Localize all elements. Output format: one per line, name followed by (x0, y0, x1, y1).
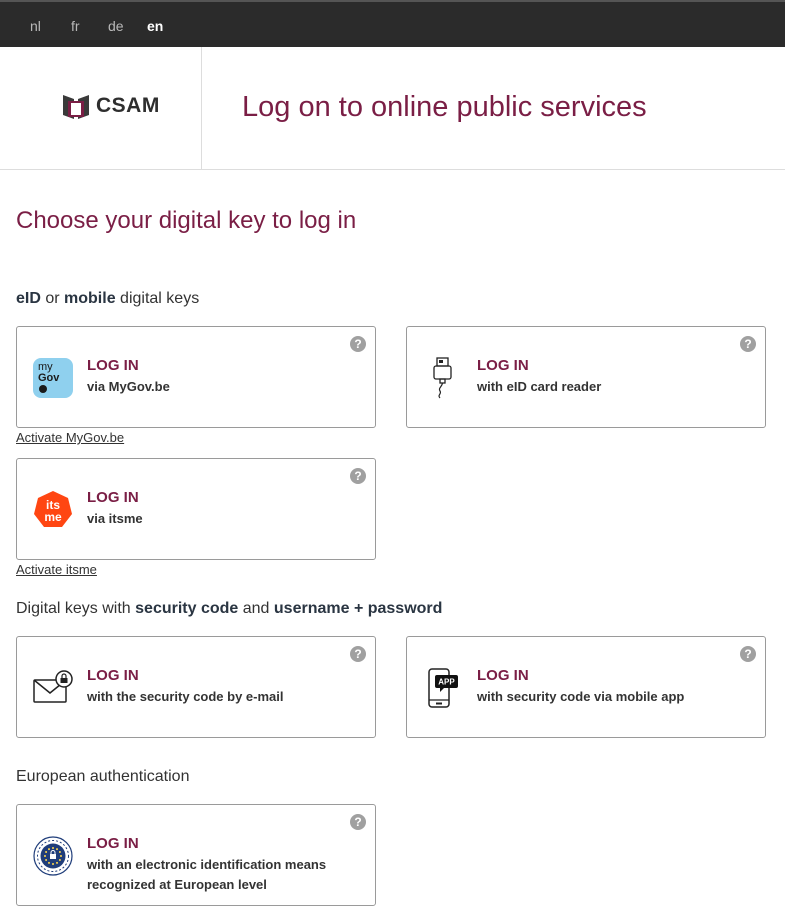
lang-de[interactable]: de (108, 18, 124, 34)
help-icon[interactable]: ? (740, 646, 756, 662)
mygov-icon: my Gov (31, 356, 75, 400)
eu-stars-icon (31, 834, 75, 878)
login-method: with security code via mobile app (477, 689, 685, 704)
activate-mygov-link[interactable]: Activate MyGov.be (16, 430, 124, 445)
page-header: CSAM Log on to online public services (0, 47, 785, 170)
login-method: via itsme (87, 511, 143, 526)
logo-text: CSAM (96, 94, 160, 117)
language-bar: nl fr de en (0, 0, 785, 47)
help-icon[interactable]: ? (350, 646, 366, 662)
login-app-code-card[interactable]: ? APP LOG IN with security code via mobi… (406, 636, 766, 738)
help-icon[interactable]: ? (740, 336, 756, 352)
login-label: LOG IN (477, 667, 529, 684)
login-label: LOG IN (87, 357, 139, 374)
login-label: LOG IN (477, 357, 529, 374)
svg-text:APP: APP (438, 678, 455, 687)
login-label: LOG IN (87, 835, 139, 852)
login-mygov-card[interactable]: ? my Gov LOG IN via MyGov.be (16, 326, 376, 428)
section-european-title: European authentication (16, 768, 190, 785)
activate-itsme-link[interactable]: Activate itsme (16, 562, 97, 577)
section-eid-title: eID or mobile digital keys (16, 290, 200, 307)
help-icon[interactable]: ? (350, 336, 366, 352)
lang-en[interactable]: en (147, 18, 163, 34)
logo-cell: CSAM (0, 47, 202, 169)
login-label: LOG IN (87, 667, 139, 684)
login-method: via MyGov.be (87, 379, 170, 394)
lang-nl[interactable]: nl (30, 18, 41, 34)
csam-logo[interactable]: CSAM (62, 92, 160, 120)
login-method: with the security code by e-mail (87, 689, 284, 704)
login-eid-reader-card[interactable]: ? LOG IN with eID card reader (406, 326, 766, 428)
header-title: Log on to online public services (242, 91, 647, 123)
lang-fr[interactable]: fr (71, 18, 80, 34)
login-european-card[interactable]: ? LOG IN with an electronic identificati… (16, 804, 376, 906)
svg-text:me: me (44, 510, 62, 524)
card-reader-icon (421, 356, 465, 400)
page-title: Choose your digital key to log in (16, 207, 357, 234)
login-email-code-card[interactable]: ? LOG IN with the security code by e-mai… (16, 636, 376, 738)
login-itsme-card[interactable]: ? its me LOG IN via itsme (16, 458, 376, 560)
mobile-app-icon: APP (421, 666, 465, 710)
mail-lock-icon (31, 666, 75, 710)
login-label: LOG IN (87, 489, 139, 506)
login-method: with eID card reader (477, 379, 602, 394)
help-icon[interactable]: ? (350, 468, 366, 484)
login-method: with an electronic identification means … (87, 857, 327, 892)
itsme-icon: its me (31, 488, 75, 532)
section-security-title: Digital keys with security code and user… (16, 600, 443, 617)
csam-logo-icon (63, 95, 89, 119)
help-icon[interactable]: ? (350, 814, 366, 830)
